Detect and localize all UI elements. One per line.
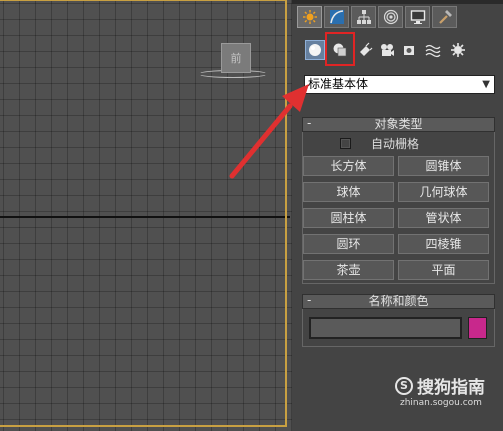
lights-category-button[interactable] <box>355 40 375 60</box>
systems-category-button[interactable] <box>448 40 468 60</box>
tube-button[interactable]: 管状体 <box>398 208 489 228</box>
geosphere-button[interactable]: 几何球体 <box>398 182 489 202</box>
utilities-tab[interactable] <box>432 6 457 28</box>
utilities-hammer-icon <box>438 10 452 24</box>
teapot-button[interactable]: 茶壶 <box>303 260 394 280</box>
hierarchy-icon <box>356 10 371 24</box>
helpers-category-button[interactable] <box>400 40 420 60</box>
collapse-icon: - <box>307 116 312 130</box>
viewcube-label: 前 <box>230 52 242 65</box>
object-type-rollout-header[interactable]: - 对象类型 <box>302 117 495 132</box>
sogou-logo-icon: S <box>395 376 413 395</box>
viewcube[interactable]: 前 <box>221 43 251 73</box>
collapse-icon: - <box>307 293 312 307</box>
box-button[interactable]: 长方体 <box>303 156 394 176</box>
object-type-title: 对象类型 <box>374 117 423 131</box>
display-monitor-icon <box>410 10 425 24</box>
systems-icon <box>451 43 465 57</box>
cameras-icon <box>381 44 394 56</box>
plane-button[interactable]: 平面 <box>398 260 489 280</box>
sun-create-icon <box>302 10 317 24</box>
dropdown-value: 标准基本体 <box>308 77 369 91</box>
geometry-sphere-icon <box>309 44 321 56</box>
object-name-field[interactable] <box>309 317 462 339</box>
watermark-brand-row: S 搜狗指南 <box>395 373 485 398</box>
cameras-category-button[interactable] <box>377 40 397 60</box>
sphere-button[interactable]: 球体 <box>303 182 394 202</box>
watermark-url: zhinan.sogou.com <box>400 398 482 408</box>
name-color-title: 名称和颜色 <box>368 294 429 308</box>
cylinder-button[interactable]: 圆柱体 <box>303 208 394 228</box>
primitive-type-dropdown[interactable]: 标准基本体 ▼ <box>304 75 495 94</box>
modify-tab[interactable] <box>324 6 349 28</box>
front-viewport[interactable]: 前 <box>0 0 292 431</box>
torus-button[interactable]: 圆环 <box>303 234 394 254</box>
autogrid-label: 自动栅格 <box>371 136 420 151</box>
hierarchy-tab[interactable] <box>351 6 376 28</box>
modify-curve-icon <box>329 10 344 24</box>
lights-icon <box>360 42 373 56</box>
display-tab[interactable] <box>405 6 430 28</box>
chevron-down-icon: ▼ <box>482 79 490 90</box>
motion-icon <box>383 9 398 25</box>
app-root: 前 标准基本体 ▼ - 对象类型 自动栅格 长方体 圆锥体 球体 几何球体 圆柱… <box>0 0 503 431</box>
spacewarps-category-button[interactable] <box>423 40 443 60</box>
autogrid-checkbox[interactable] <box>340 137 351 149</box>
world-axis-line <box>0 216 290 218</box>
command-panel: 标准基本体 ▼ - 对象类型 自动栅格 长方体 圆锥体 球体 几何球体 圆柱体 … <box>292 0 503 431</box>
autogrid-checkbox-row[interactable]: 自动栅格 <box>340 136 420 151</box>
motion-tab[interactable] <box>378 6 403 28</box>
pyramid-button[interactable]: 四棱锥 <box>398 234 489 254</box>
watermark-brand: 搜狗指南 <box>417 378 485 398</box>
helpers-icon <box>404 46 414 55</box>
sogou-watermark: S 搜狗指南 zhinan.sogou.com <box>395 373 485 408</box>
name-color-rollout-header[interactable]: - 名称和颜色 <box>302 294 495 309</box>
highlight-box <box>325 32 355 66</box>
object-color-swatch[interactable] <box>468 317 487 339</box>
panel-top-strip <box>292 0 503 4</box>
geometry-category-button[interactable] <box>305 40 325 60</box>
cone-button[interactable]: 圆锥体 <box>398 156 489 176</box>
spacewarps-icon <box>425 44 441 58</box>
create-tab[interactable] <box>297 6 322 28</box>
